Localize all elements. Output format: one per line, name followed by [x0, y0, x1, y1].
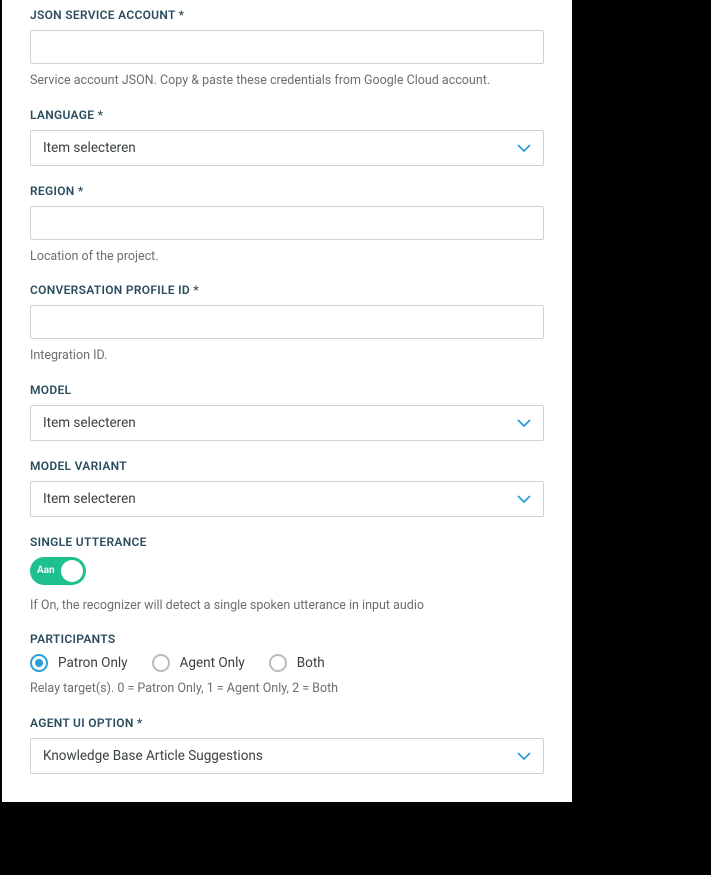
participants-label: PARTICIPANTS [30, 632, 544, 646]
model-select-text: Item selecteren [43, 415, 517, 431]
radio-both-label: Both [297, 655, 325, 671]
language-label: LANGUAGE * [30, 108, 544, 122]
field-model: MODEL Item selecteren [30, 383, 544, 441]
field-model-variant: MODEL VARIANT Item selecteren [30, 459, 544, 517]
field-single-utterance: SINGLE UTTERANCE Aan If On, the recogniz… [30, 535, 544, 615]
agent-ui-option-select-text: Knowledge Base Article Suggestions [43, 748, 517, 764]
conversation-profile-id-label: CONVERSATION PROFILE ID * [30, 283, 544, 297]
field-language: LANGUAGE * Item selecteren [30, 108, 544, 166]
model-variant-select[interactable]: Item selecteren [30, 481, 544, 517]
language-select-text: Item selecteren [43, 140, 517, 156]
language-select[interactable]: Item selecteren [30, 130, 544, 166]
field-participants: PARTICIPANTS Patron Only Agent Only Both… [30, 632, 544, 698]
field-json-service-account: JSON SERVICE ACCOUNT * Service account J… [30, 8, 544, 90]
form-panel: JSON SERVICE ACCOUNT * Service account J… [2, 0, 572, 802]
single-utterance-label: SINGLE UTTERANCE [30, 535, 544, 549]
json-service-account-label: JSON SERVICE ACCOUNT * [30, 8, 544, 22]
model-variant-select-text: Item selecteren [43, 491, 517, 507]
radio-agent-only[interactable] [152, 654, 170, 672]
field-region: REGION * Location of the project. [30, 184, 544, 266]
region-help: Location of the project. [30, 248, 544, 266]
agent-ui-option-select[interactable]: Knowledge Base Article Suggestions [30, 738, 544, 774]
conversation-profile-id-input[interactable] [30, 305, 544, 339]
toggle-thumb [61, 560, 83, 582]
participants-help: Relay target(s). 0 = Patron Only, 1 = Ag… [30, 680, 544, 698]
model-select[interactable]: Item selecteren [30, 405, 544, 441]
model-label: MODEL [30, 383, 544, 397]
model-variant-label: MODEL VARIANT [30, 459, 544, 473]
conversation-profile-id-help: Integration ID. [30, 347, 544, 365]
radio-both[interactable] [269, 654, 287, 672]
json-service-account-help: Service account JSON. Copy & paste these… [30, 72, 544, 90]
single-utterance-toggle[interactable]: Aan [30, 557, 86, 585]
radio-patron-only-label: Patron Only [58, 655, 128, 671]
single-utterance-help: If On, the recognizer will detect a sing… [30, 597, 544, 615]
region-label: REGION * [30, 184, 544, 198]
field-agent-ui-option: AGENT UI OPTION * Knowledge Base Article… [30, 716, 544, 774]
field-conversation-profile-id: CONVERSATION PROFILE ID * Integration ID… [30, 283, 544, 365]
chevron-down-icon [517, 416, 531, 430]
radio-agent-only-label: Agent Only [180, 655, 245, 671]
radio-patron-only[interactable] [30, 654, 48, 672]
chevron-down-icon [517, 141, 531, 155]
participants-radio-row: Patron Only Agent Only Both [30, 654, 544, 672]
json-service-account-input[interactable] [30, 30, 544, 64]
region-input[interactable] [30, 206, 544, 240]
chevron-down-icon [517, 492, 531, 506]
toggle-on-text: Aan [37, 565, 55, 576]
agent-ui-option-label: AGENT UI OPTION * [30, 716, 544, 730]
chevron-down-icon [517, 749, 531, 763]
